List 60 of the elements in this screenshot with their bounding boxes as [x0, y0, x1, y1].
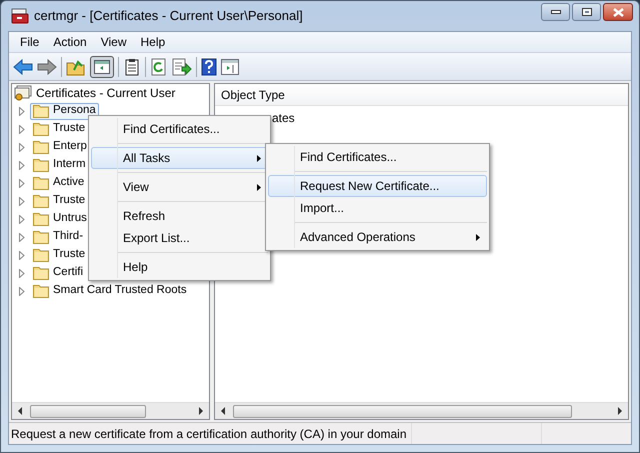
status-text: Request a new certificate from a certification authority (CA) in your domain — [10, 426, 408, 442]
maximize-icon — [582, 8, 592, 16]
menu-option[interactable]: Refresh — [91, 205, 268, 227]
folder-up-icon[interactable] — [66, 58, 86, 76]
folder-icon — [33, 140, 49, 154]
menu-item[interactable]: Help — [134, 33, 172, 51]
menu-item[interactable]: View — [94, 33, 134, 51]
menu-option[interactable]: Export List... — [91, 227, 268, 249]
menu-option[interactable]: Request New Certificate... — [268, 175, 487, 197]
folder-icon — [33, 158, 49, 172]
refresh-icon[interactable] — [150, 58, 168, 76]
folder-icon — [33, 212, 49, 226]
folder-icon — [33, 104, 49, 118]
scrollbar-thumb[interactable] — [233, 404, 572, 418]
list-item[interactable]: ates — [272, 109, 628, 127]
menu-option[interactable]: Find Certificates... — [91, 118, 268, 140]
scrollbar-thumb[interactable] — [30, 404, 146, 418]
toolbox-icon — [11, 8, 29, 24]
minimize-icon — [550, 10, 560, 14]
menu-option[interactable]: Advanced Operations — [268, 226, 487, 248]
tree-item[interactable]: Persona — [30, 102, 99, 120]
close-button[interactable] — [603, 3, 633, 21]
column-header[interactable]: Object Type — [215, 86, 285, 104]
folder-icon — [33, 194, 49, 208]
clipboard-icon[interactable] — [123, 58, 141, 76]
tree-root-label[interactable]: Certificates - Current User — [36, 84, 176, 102]
folder-icon — [33, 230, 49, 244]
menu-item[interactable]: Action — [46, 33, 94, 51]
forward-arrow-icon[interactable] — [37, 58, 57, 74]
window-title: certmgr - [Certificates - Current User\Personal] — [34, 7, 303, 26]
pane-icon — [94, 60, 110, 74]
folder-icon — [33, 284, 49, 298]
close-icon — [612, 8, 624, 16]
minimize-button[interactable] — [541, 3, 570, 21]
back-arrow-icon[interactable] — [13, 58, 33, 74]
menu-option[interactable]: View — [91, 176, 268, 198]
menu-option[interactable]: Help — [91, 256, 268, 278]
folder-icon — [33, 122, 49, 136]
menu-option[interactable]: Find Certificates... — [268, 146, 487, 168]
export-icon[interactable] — [172, 58, 192, 76]
folder-icon — [33, 266, 49, 280]
tree-item[interactable]: Truste — [30, 192, 88, 210]
menu-option[interactable]: Import... — [268, 197, 487, 219]
tree-pane-toggle-button[interactable] — [90, 56, 114, 78]
tree-item[interactable]: Smart Card Trusted Roots — [30, 282, 190, 300]
panel-icon[interactable] — [221, 58, 239, 74]
tree-item[interactable]: Enterp — [30, 138, 90, 156]
folder-icon — [33, 248, 49, 262]
menu-item[interactable]: File — [13, 33, 46, 51]
tree-item[interactable]: Certifi — [30, 264, 86, 282]
tree-item[interactable]: Interm — [30, 156, 89, 174]
menu-option[interactable]: All Tasks — [91, 147, 268, 169]
maximize-button[interactable] — [572, 3, 601, 21]
folder-icon — [33, 176, 49, 190]
tree-item[interactable]: Truste — [30, 246, 88, 264]
tree-item[interactable]: Untrus — [30, 210, 90, 228]
help-icon[interactable] — [201, 58, 217, 76]
tree-item[interactable]: Truste — [30, 120, 88, 138]
tree-item[interactable]: Active — [30, 174, 88, 192]
tree-item[interactable]: Third- — [30, 228, 86, 246]
